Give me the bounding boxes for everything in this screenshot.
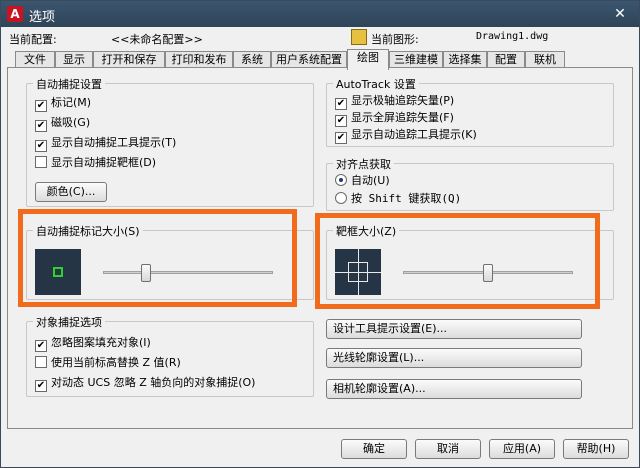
alignment-acquisition-group: 对齐点获取 自动(U) 按 Shift 键获取(Q): [326, 156, 614, 211]
marker-size-highlight: [18, 209, 297, 307]
cancel-button[interactable]: 取消: [415, 439, 481, 459]
check-icon: ✔: [35, 380, 47, 392]
title-bar[interactable]: A 选项 ✕: [1, 1, 639, 27]
aperture-size-highlight: [315, 213, 600, 309]
autotrack-settings-title: AutoTrack 设置: [333, 76, 419, 92]
autosnap-tooltip-checkbox[interactable]: ✔ 显示自动捕捉工具提示(T): [35, 136, 176, 152]
osnap-options-title: 对象捕捉选项: [33, 314, 105, 330]
check-icon: ✔: [335, 132, 347, 144]
alignment-acquisition-title: 对齐点获取: [333, 156, 394, 172]
drawing-file-icon: [351, 29, 367, 45]
camera-glyph-settings-button[interactable]: 相机轮廓设置(A)...: [326, 379, 582, 399]
shift-acquire-radio[interactable]: 按 Shift 键获取(Q): [335, 192, 461, 208]
colors-button[interactable]: 颜色(C)...: [35, 182, 107, 202]
fullscreen-tracking-checkbox[interactable]: ✔ 显示全屏追踪矢量(F): [335, 111, 454, 127]
design-tooltip-settings-button[interactable]: 设计工具提示设置(E)...: [326, 319, 582, 339]
light-glyph-settings-button[interactable]: 光线轮廓设置(L)...: [326, 348, 582, 368]
autosnap-settings-title: 自动捕捉设置: [33, 76, 105, 92]
autosnap-settings-group: 自动捕捉设置 ✔ 标记(M) ✔ 磁吸(G) ✔ 显示自动捕捉工具提示(T) 显示自动…: [26, 76, 314, 207]
help-button[interactable]: 帮助(H): [563, 439, 629, 459]
options-dialog: A 选项 ✕ 当前配置: <<未命名配置>> 当前图形: Drawing1.dw…: [0, 0, 640, 468]
marker-checkbox[interactable]: ✔ 标记(M): [35, 96, 91, 112]
check-icon: ✔: [335, 115, 347, 127]
polar-tracking-checkbox[interactable]: ✔ 显示极轴追踪矢量(P): [335, 94, 454, 110]
check-icon: ✔: [35, 100, 47, 112]
autotrack-tooltip-checkbox[interactable]: ✔ 显示自动追踪工具提示(K): [335, 128, 477, 144]
autotrack-settings-group: AutoTrack 设置 ✔ 显示极轴追踪矢量(P) ✔ 显示全屏追踪矢量(F) ✔…: [326, 76, 614, 147]
ok-button[interactable]: 确定: [341, 439, 407, 459]
current-config-label: 当前配置:: [9, 33, 57, 46]
tab-drafting[interactable]: 绘图: [347, 49, 389, 70]
osnap-options-group: 对象捕捉选项 ✔ 忽略图案填充对象(I) 使用当前标高替换 Z 值(R) ✔ 对动态…: [26, 314, 314, 397]
check-icon: ✔: [35, 120, 47, 132]
check-icon: ✔: [35, 340, 47, 352]
check-icon: ✔: [35, 140, 47, 152]
ignore-hatch-checkbox[interactable]: ✔ 忽略图案填充对象(I): [35, 336, 151, 352]
check-icon: ✔: [335, 98, 347, 110]
current-drawing-value: Drawing1.dwg: [476, 31, 549, 42]
close-icon[interactable]: ✕: [607, 4, 633, 24]
current-drawing-label: 当前图形:: [371, 33, 419, 46]
replace-z-checkbox[interactable]: 使用当前标高替换 Z 值(R): [35, 356, 181, 372]
dialog-title: 选项: [29, 10, 56, 25]
apply-button[interactable]: 应用(A): [489, 439, 555, 459]
autocad-logo-icon: A: [7, 6, 23, 22]
ignore-negative-z-checkbox[interactable]: ✔ 对动态 UCS 忽略 Z 轴负向的对象捕捉(O): [35, 376, 255, 392]
aperture-box-checkbox[interactable]: 显示自动捕捉靶框(D): [35, 156, 156, 172]
auto-radio[interactable]: 自动(U): [335, 174, 390, 190]
current-config-value: <<未命名配置>>: [111, 33, 203, 46]
magnet-checkbox[interactable]: ✔ 磁吸(G): [35, 116, 90, 132]
